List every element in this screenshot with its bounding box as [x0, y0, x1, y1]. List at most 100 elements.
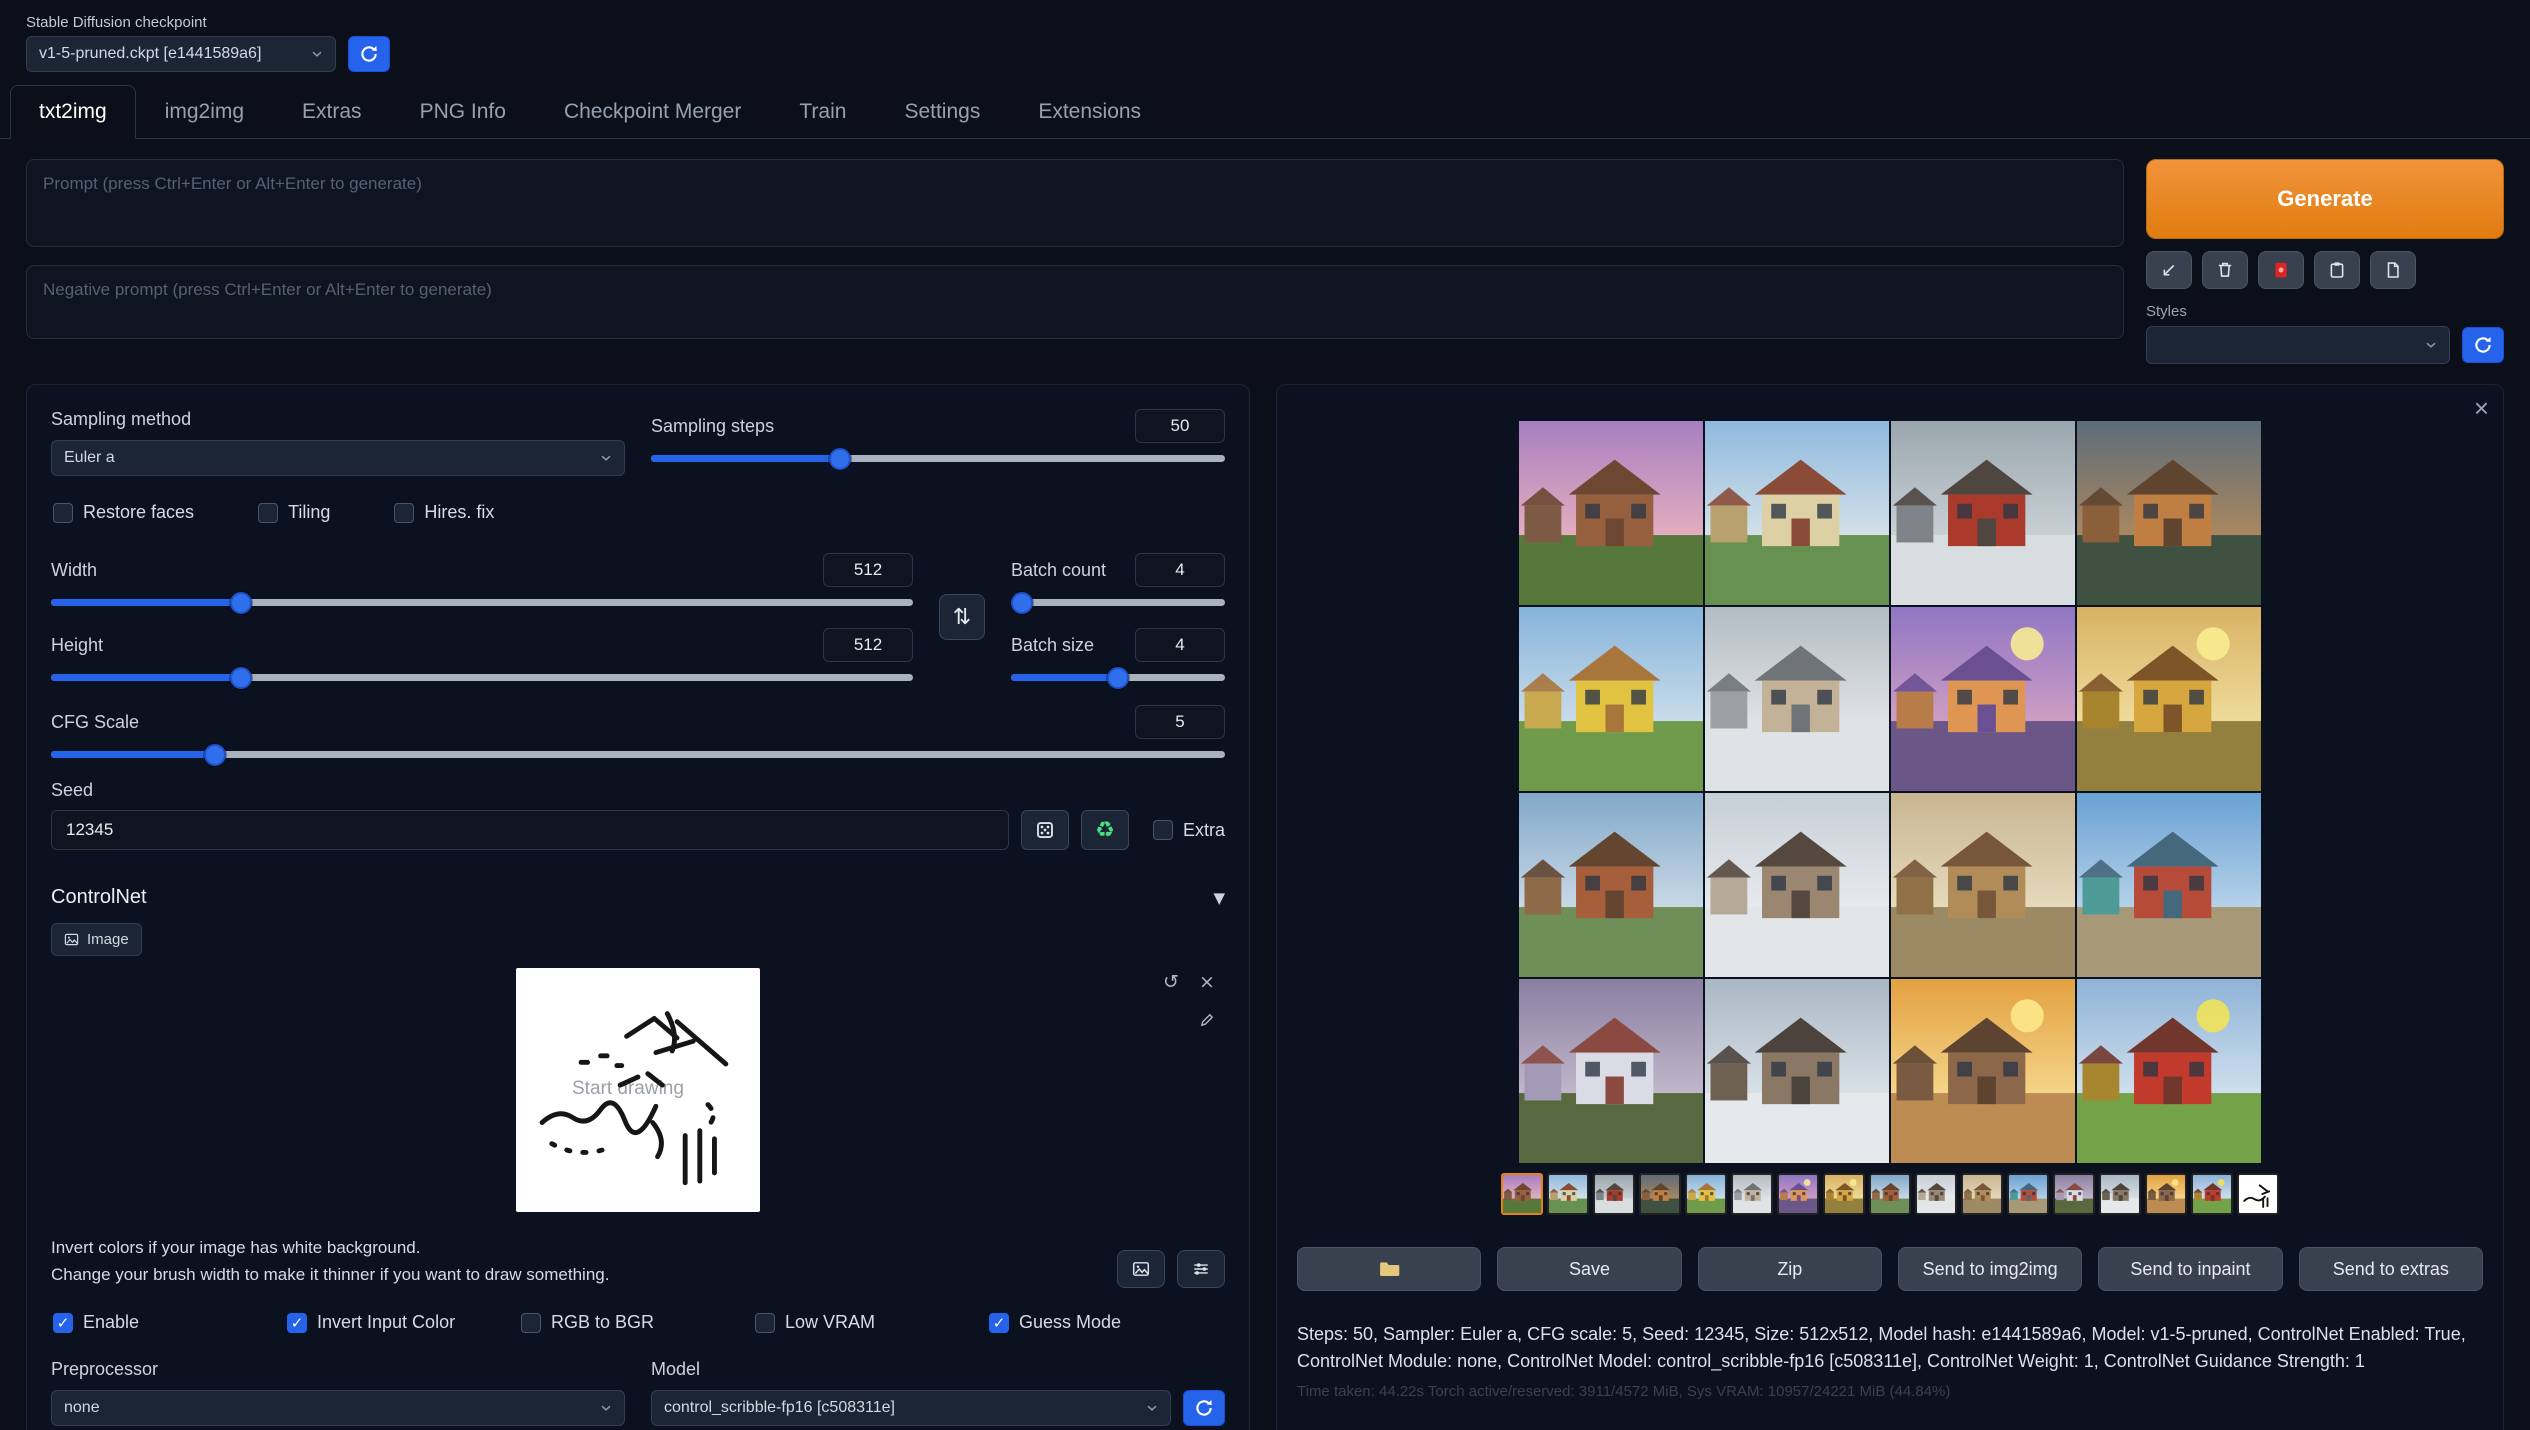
send-to-inpaint-button[interactable]: Send to inpaint — [2098, 1247, 2282, 1291]
prompt-input[interactable] — [26, 159, 2124, 247]
tab-img2img[interactable]: img2img — [136, 85, 273, 139]
checkbox-guess-mode[interactable]: Guess Mode — [989, 1312, 1223, 1333]
adjust-brush-button[interactable] — [1177, 1250, 1225, 1288]
styles-select[interactable] — [2146, 326, 2450, 364]
zip-button[interactable]: Zip — [1698, 1247, 1882, 1291]
gallery-thumbnail[interactable] — [1731, 1173, 1773, 1215]
gallery-image[interactable] — [1705, 793, 1889, 977]
gallery-image[interactable] — [2077, 607, 2261, 791]
open-folder-button[interactable] — [1297, 1247, 1481, 1291]
gallery-image[interactable] — [1891, 607, 2075, 791]
refresh-models-button[interactable] — [1183, 1390, 1225, 1426]
checkbox-low-vram[interactable]: Low VRAM — [755, 1312, 989, 1333]
gallery-thumbnail[interactable] — [1869, 1173, 1911, 1215]
cfg-scale-input[interactable]: 5 — [1135, 705, 1225, 739]
gallery-thumbnail[interactable] — [2099, 1173, 2141, 1215]
gallery-image[interactable] — [2077, 421, 2261, 605]
gallery-image[interactable] — [1519, 421, 1703, 605]
tab-extensions[interactable]: Extensions — [1009, 85, 1170, 139]
gallery-thumbnail[interactable] — [1915, 1173, 1957, 1215]
checkbox-invert-input-color[interactable]: Invert Input Color — [287, 1312, 521, 1333]
checkbox-hires-fix[interactable]: Hires. fix — [394, 502, 494, 523]
send-to-img2img-button[interactable]: Send to img2img — [1898, 1247, 2082, 1291]
checkpoint-select[interactable]: v1-5-pruned.ckpt [e1441589a6] — [26, 36, 336, 72]
controlnet-accordion: ControlNet ▼ Image Start drawing — [51, 886, 1225, 1430]
gallery-thumbnail[interactable] — [1501, 1173, 1543, 1215]
gallery-thumbnail[interactable] — [1593, 1173, 1635, 1215]
gallery-thumbnail[interactable] — [1823, 1173, 1865, 1215]
gallery-image[interactable] — [1891, 793, 2075, 977]
tab-png-info[interactable]: PNG Info — [391, 85, 535, 139]
gallery-thumbnail[interactable] — [1547, 1173, 1589, 1215]
refresh-styles-button[interactable] — [2462, 327, 2504, 363]
gallery-thumbnail[interactable] — [2145, 1173, 2187, 1215]
tab-checkpoint-merger[interactable]: Checkpoint Merger — [535, 85, 770, 139]
sampling-method-select[interactable]: Euler a — [51, 440, 625, 476]
sampling-steps-slider[interactable] — [651, 455, 1225, 462]
refresh-checkpoint-button[interactable] — [348, 36, 390, 72]
gallery-thumbnail[interactable] — [2007, 1173, 2049, 1215]
checkbox-label: Extra — [1183, 820, 1225, 841]
tab-txt2img[interactable]: txt2img — [10, 85, 136, 139]
batch-size-input[interactable]: 4 — [1135, 628, 1225, 662]
gallery-image[interactable] — [2077, 979, 2261, 1163]
random-seed-button[interactable] — [1021, 810, 1069, 850]
gallery-thumbnail[interactable] — [2237, 1173, 2279, 1215]
negative-prompt-input[interactable] — [26, 265, 2124, 339]
reuse-seed-button[interactable]: ♻ — [1081, 810, 1129, 850]
gallery-image[interactable] — [2077, 793, 2261, 977]
batch-size-slider[interactable] — [1011, 674, 1225, 681]
save-style-button[interactable] — [2370, 251, 2416, 289]
height-slider[interactable] — [51, 674, 913, 681]
batch-count-slider[interactable] — [1011, 599, 1225, 606]
trash-icon — [2216, 261, 2234, 279]
gallery-image[interactable] — [1705, 607, 1889, 791]
preprocessor-select[interactable]: none — [51, 1390, 625, 1426]
width-input[interactable]: 512 — [823, 553, 913, 587]
height-input[interactable]: 512 — [823, 628, 913, 662]
checkbox-restore-faces[interactable]: Restore faces — [53, 502, 194, 523]
clear-prompt-button[interactable] — [2202, 251, 2248, 289]
save-button[interactable]: Save — [1497, 1247, 1681, 1291]
gallery-thumbnail[interactable] — [1777, 1173, 1819, 1215]
gallery-thumbnail[interactable] — [2191, 1173, 2233, 1215]
controlnet-model-select[interactable]: control_scribble-fp16 [c508311e] — [651, 1390, 1171, 1426]
checkbox-extra[interactable]: Extra — [1153, 820, 1225, 841]
width-slider[interactable] — [51, 599, 913, 606]
gallery-thumbnail[interactable] — [1685, 1173, 1727, 1215]
drawing-canvas[interactable]: Start drawing — [516, 968, 760, 1212]
batch-count-input[interactable]: 4 — [1135, 553, 1225, 587]
tab-settings[interactable]: Settings — [875, 85, 1009, 139]
gallery-thumbnail[interactable] — [1639, 1173, 1681, 1215]
swap-dimensions-button[interactable]: ⇅ — [939, 594, 985, 640]
checkbox-enable[interactable]: Enable — [53, 1312, 287, 1333]
tab-extras[interactable]: Extras — [273, 85, 391, 139]
gallery-image[interactable] — [1891, 421, 2075, 605]
controlnet-header[interactable]: ControlNet ▼ — [51, 886, 1225, 909]
undo-button[interactable]: ↺ — [1155, 968, 1187, 996]
clear-canvas-button[interactable]: × — [1191, 968, 1223, 996]
gallery-thumbnail[interactable] — [2053, 1173, 2095, 1215]
checkbox-rgb-to-bgr[interactable]: RGB to BGR — [521, 1312, 755, 1333]
sampling-steps-input[interactable]: 50 — [1135, 409, 1225, 443]
extra-networks-button[interactable] — [2258, 251, 2304, 289]
gallery-image[interactable] — [1705, 979, 1889, 1163]
gallery-image[interactable] — [1519, 793, 1703, 977]
gallery-image[interactable] — [1705, 421, 1889, 605]
controlnet-image-tab[interactable]: Image — [51, 923, 142, 956]
apply-style-button[interactable] — [2314, 251, 2360, 289]
send-to-extras-button[interactable]: Send to extras — [2299, 1247, 2483, 1291]
brush-button[interactable] — [1191, 1006, 1223, 1034]
tab-train[interactable]: Train — [770, 85, 875, 139]
gallery-image[interactable] — [1519, 979, 1703, 1163]
checkbox-tiling[interactable]: Tiling — [258, 502, 330, 523]
close-gallery-button[interactable]: × — [2474, 395, 2489, 421]
gallery-thumbnail[interactable] — [1961, 1173, 2003, 1215]
seed-input[interactable]: 12345 — [51, 810, 1009, 850]
generate-button[interactable]: Generate — [2146, 159, 2504, 239]
open-image-button[interactable] — [1117, 1250, 1165, 1288]
gallery-image[interactable] — [1519, 607, 1703, 791]
cfg-scale-slider[interactable] — [51, 751, 1225, 758]
gallery-image[interactable] — [1891, 979, 2075, 1163]
read-params-button[interactable]: ↙ — [2146, 251, 2192, 289]
